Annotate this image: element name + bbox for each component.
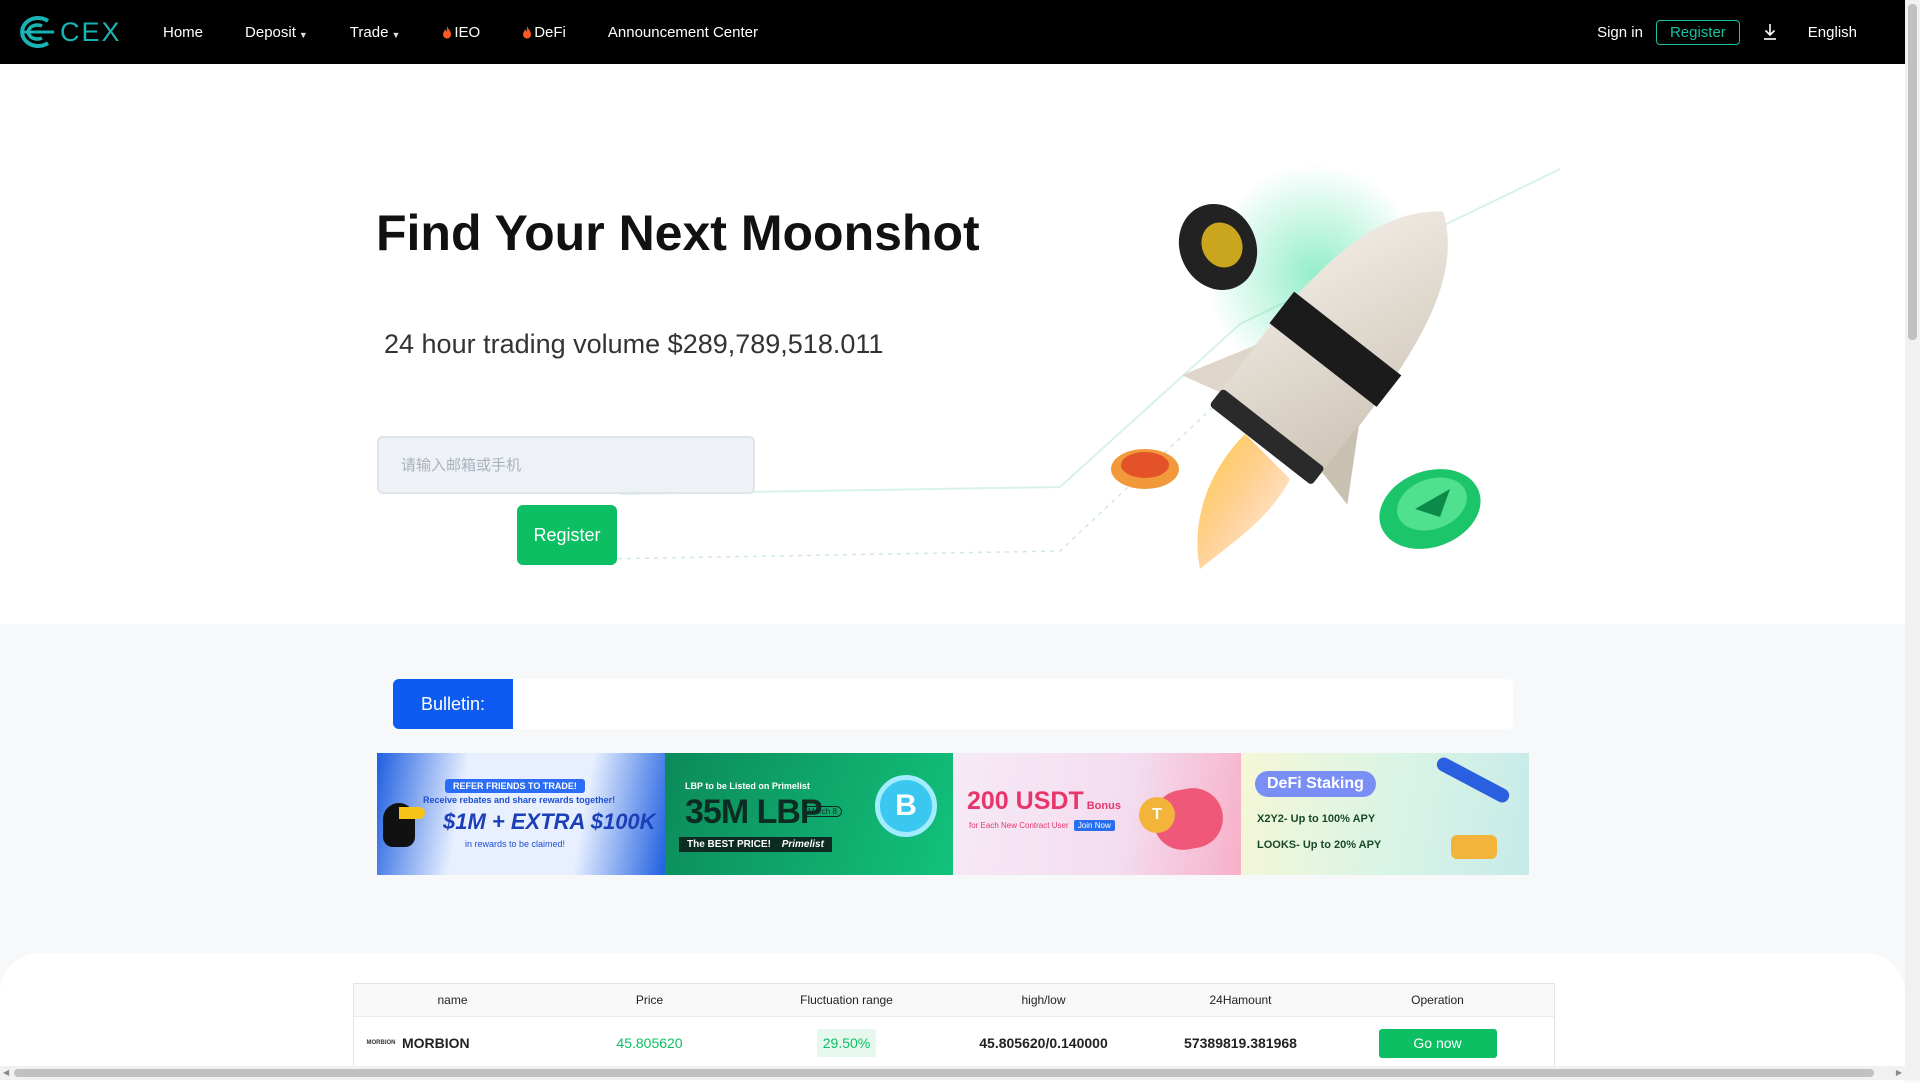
coin-name: MORBION <box>402 1035 470 1051</box>
nav-deposit-label: Deposit <box>245 23 296 41</box>
col-high-low: high/low <box>1021 993 1066 1007</box>
go-now-button[interactable]: Go now <box>1378 1028 1497 1058</box>
cex-logo-icon <box>20 16 54 48</box>
banner-defi-staking[interactable]: DeFi Staking X2Y2- Up to 100% APY LOOKS-… <box>1241 753 1529 875</box>
banner-lbp-date: March 8 <box>803 806 842 817</box>
banner-usdt-suffix: Bonus <box>1086 800 1121 812</box>
horizontal-scroll-thumb[interactable] <box>14 1069 1874 1077</box>
hero-title: Find Your Next Moonshot <box>376 205 980 261</box>
coin-logo-icon: MORBION <box>366 1040 396 1046</box>
nav-trade[interactable]: Trade ▼ <box>350 24 401 41</box>
nav-announcement-center[interactable]: Announcement Center <box>608 24 758 41</box>
toucan-beak-icon <box>399 807 425 819</box>
banner-lbp-price-text: The BEST PRICE! <box>687 839 771 850</box>
cell-fluctuation: 29.50% <box>748 1029 945 1057</box>
banner-usdt-sub-text: for Each New Contract User <box>969 821 1069 830</box>
coin-stack-icon <box>1451 835 1497 859</box>
banner-lbp-brand: Primelist <box>781 839 824 850</box>
banner-lbp-sub: LBP to be Listed on Primelist <box>685 781 810 791</box>
download-icon[interactable] <box>1762 23 1778 41</box>
banner-refer-sub: Receive rebates and share rewards togeth… <box>423 795 616 805</box>
col-fluctuation: Fluctuation range <box>800 993 893 1007</box>
caret-down-icon: ▼ <box>391 30 401 40</box>
nav-trade-label: Trade <box>349 23 389 41</box>
nav-ieo[interactable]: IEO <box>442 24 480 41</box>
header-actions: Sign in Register English <box>1597 0 1857 64</box>
banner-usdt-sub: for Each New Contract User Join Now <box>969 820 1115 831</box>
cell-operation: Go now <box>1339 1028 1536 1058</box>
table-header: name Price Fluctuation range high/low 24… <box>354 984 1554 1017</box>
change-badge: 29.50% <box>816 1029 877 1057</box>
col-price: Price <box>635 993 664 1007</box>
main-nav: Home Deposit ▼ Trade ▼ IEO DeFi Announce… <box>163 0 800 64</box>
nav-ieo-label: IEO <box>454 23 481 41</box>
banner-refer-note: in rewards to be claimed! <box>465 839 566 849</box>
nav-announcement-label: Announcement Center <box>607 23 758 41</box>
caret-down-icon: ▼ <box>298 30 308 40</box>
col-name: name <box>437 993 468 1007</box>
cell-price: 45.805620 <box>616 1035 683 1051</box>
header-register-button[interactable]: Register <box>1655 19 1740 45</box>
banner-35m-lbp[interactable]: LBP to be Listed on Primelist 35M LBP Ma… <box>665 753 953 875</box>
banner-refer-tag: REFER FRIENDS TO TRADE! <box>445 779 585 793</box>
tether-coin-icon: T <box>1139 797 1175 833</box>
banner-defi-line1: X2Y2- Up to 100% APY <box>1257 813 1376 825</box>
cell-name: MORBION MORBION <box>354 1035 551 1051</box>
hero-register-button[interactable]: Register <box>517 505 617 565</box>
vertical-scrollbar[interactable] <box>1905 0 1920 1080</box>
banner-refer-friends[interactable]: REFER FRIENDS TO TRADE! Receive rebates … <box>377 753 665 875</box>
banner-lbp-price: The BEST PRICE! Primelist <box>679 837 832 852</box>
cex-logo[interactable]: CEX <box>10 14 122 50</box>
banner-usdt-amount: 200 USDT <box>967 787 1084 815</box>
bulletin-bar: Bulletin: <box>393 679 1513 729</box>
banner-lbp-headline: 35M LBP <box>685 793 823 831</box>
cell-24h-amount: 57389819.381968 <box>1184 1035 1297 1051</box>
trading-volume-text: 24 hour trading volume $289,789,518.011 <box>384 329 884 359</box>
top-navbar: CEX Home Deposit ▼ Trade ▼ IEO DeFi Anno… <box>0 0 1905 64</box>
email-phone-input[interactable] <box>377 436 755 494</box>
scroll-right-icon[interactable]: ▶ <box>1896 1068 1902 1077</box>
banner-refer-headline: $1M + EXTRA $100K <box>443 809 656 834</box>
banner-200-usdt[interactable]: 200 USDT Bonus for Each New Contract User… <box>953 753 1241 875</box>
market-table: name Price Fluctuation range high/low 24… <box>353 983 1555 1070</box>
banner-usdt-join: Join Now <box>1073 820 1115 831</box>
banner-usdt-headline: 200 USDT Bonus <box>967 787 1121 816</box>
nav-defi[interactable]: DeFi <box>522 24 566 41</box>
language-selector[interactable]: English <box>1808 24 1857 41</box>
signin-link[interactable]: Sign in <box>1597 24 1643 41</box>
hero-section: Find Your Next Moonshot 24 hour trading … <box>0 64 1905 624</box>
vertical-scroll-thumb[interactable] <box>1908 4 1917 340</box>
scroll-left-icon[interactable]: ◀ <box>3 1068 9 1077</box>
bulletin-label: Bulletin: <box>393 679 513 729</box>
nav-deposit[interactable]: Deposit ▼ <box>245 24 308 41</box>
fire-icon <box>443 25 452 38</box>
horizontal-scrollbar[interactable]: ◀ ▶ <box>0 1066 1905 1080</box>
col-operation: Operation <box>1411 993 1464 1007</box>
logo-text: CEX <box>60 16 122 47</box>
pickaxe-icon <box>1434 755 1512 805</box>
fire-icon <box>523 25 532 38</box>
nav-home[interactable]: Home <box>163 24 203 41</box>
nav-defi-label: DeFi <box>534 23 566 41</box>
promo-banners: REFER FRIENDS TO TRADE! Receive rebates … <box>377 753 1529 875</box>
lbp-token-icon: B <box>875 775 937 837</box>
col-24h-amount: 24Hamount <box>1209 993 1272 1007</box>
table-row[interactable]: MORBION MORBION 45.805620 29.50% 45.8056… <box>354 1017 1554 1069</box>
nav-home-label: Home <box>163 23 204 41</box>
banner-defi-line2: LOOKS- Up to 20% APY <box>1257 839 1382 851</box>
banner-defi-headline: DeFi Staking <box>1255 771 1376 797</box>
cell-high-low: 45.805620/0.140000 <box>979 1035 1108 1051</box>
